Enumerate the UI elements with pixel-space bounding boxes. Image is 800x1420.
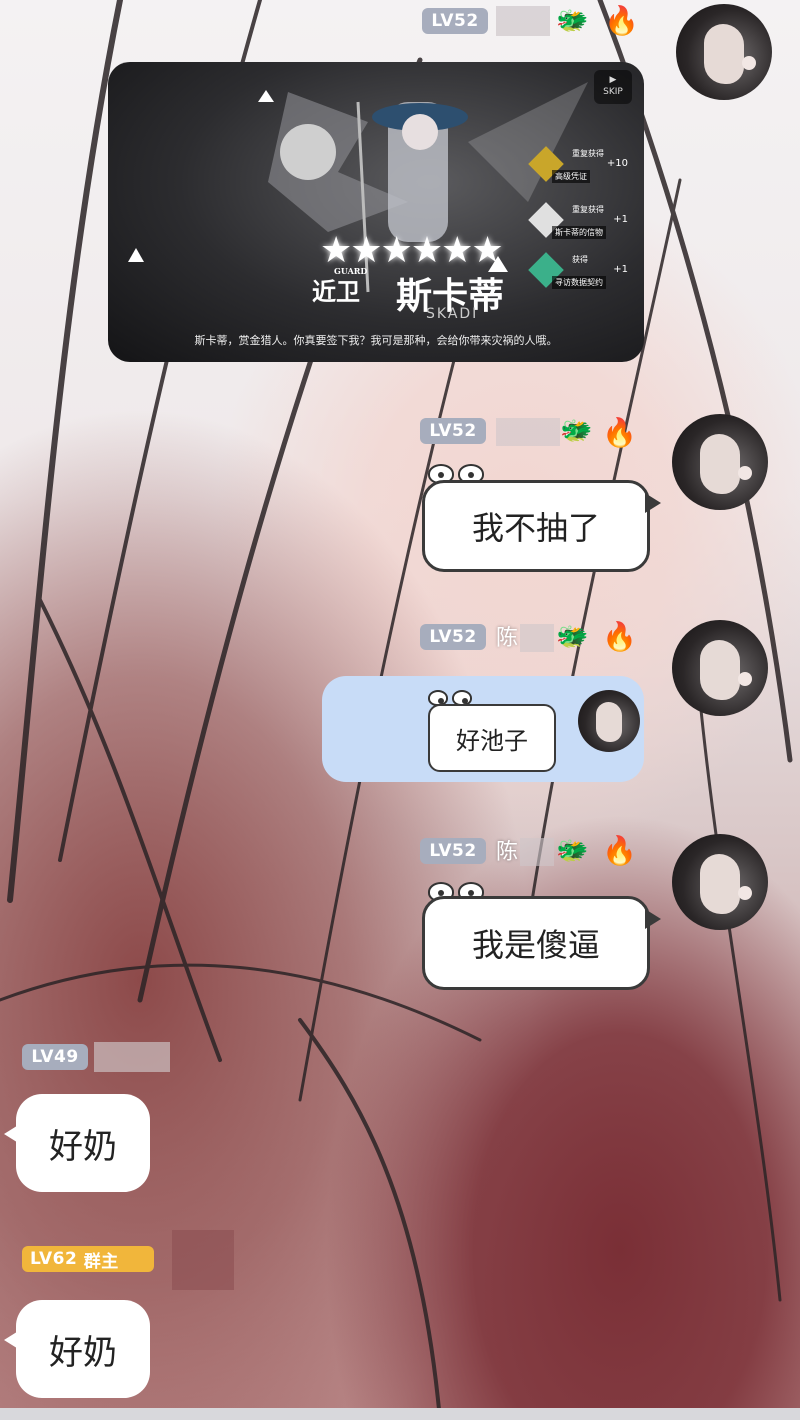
fire-icon: 🔥 (602, 834, 637, 867)
fire-icon: 🔥 (602, 416, 637, 449)
avatar[interactable] (676, 4, 772, 100)
message-bubble[interactable]: 好奶 (4, 1094, 150, 1192)
dragon-badge-icon: 🐲 (556, 836, 589, 866)
avatar[interactable] (672, 414, 768, 510)
message-bubble[interactable]: 好奶 (4, 1300, 150, 1398)
reward-item-2: 重复获得 +1 斯卡蒂的信物 (528, 202, 638, 242)
blurred-username (496, 418, 560, 446)
rarity-stars: ★★★★★★ (320, 230, 504, 271)
bottom-edge (0, 1408, 800, 1420)
message-bubble[interactable]: 好池子 (428, 704, 556, 772)
avatar[interactable] (672, 620, 768, 716)
class-label: GUARD 近卫 (312, 266, 368, 306)
blurred-username (520, 838, 554, 866)
fire-icon: 🔥 (604, 4, 639, 37)
message-bubble[interactable]: 我不抽了 (422, 480, 661, 572)
blurred-username (520, 624, 554, 652)
character-name-en: SKADI (426, 306, 479, 322)
level-badge: LV52 (422, 8, 488, 34)
blurred-username (496, 6, 550, 36)
avatar[interactable] (672, 834, 768, 930)
blurred-username (172, 1230, 234, 1290)
fire-icon: 🔥 (602, 620, 637, 653)
blurred-username (94, 1042, 170, 1072)
avatar (578, 690, 640, 752)
level-badge: LV52 (420, 624, 486, 650)
owner-level-badge: LV62 群主 (22, 1246, 154, 1272)
reward-item-3: 获得 +1 寻访数据契约 (528, 252, 638, 292)
character-quote: 斯卡蒂，赏金猎人。你真要签下我？我可是那种，会给你带来灾祸的人哦。 (194, 334, 558, 347)
sender-name: 陈 (496, 840, 519, 865)
skip-button[interactable]: ▶ SKIP (594, 70, 632, 104)
reward-item-1: 重复获得 +10 高级凭证 (528, 146, 638, 186)
message-bubble[interactable]: 我是傻逼 (422, 896, 661, 990)
dragon-badge-icon: 🐲 (556, 6, 589, 36)
level-badge: LV49 (22, 1044, 88, 1070)
dragon-badge-icon: 🐲 (556, 622, 589, 652)
game-screenshot-image[interactable]: ▶ SKIP GUARD 近卫 ★★★★★★ 斯卡蒂 SKADI 斯卡蒂，赏金猎人… (108, 62, 644, 362)
dragon-badge-icon: 🐲 (560, 416, 593, 446)
owner-role-label: 群主 (83, 1251, 119, 1272)
level-badge: LV52 (420, 418, 486, 444)
sender-name: 陈 (496, 626, 519, 651)
level-badge: LV52 (420, 838, 486, 864)
